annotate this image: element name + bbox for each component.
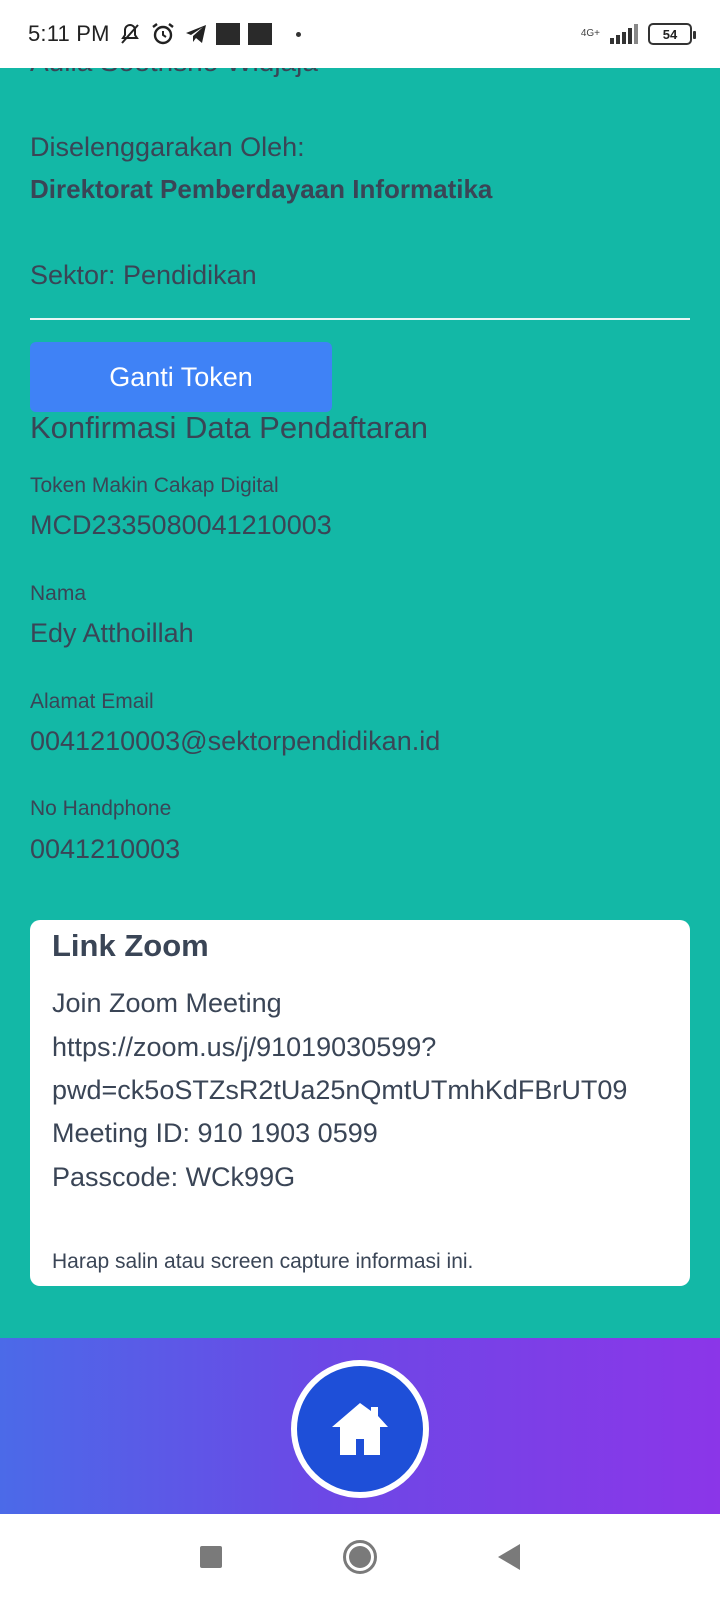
notification-square-icon — [247, 23, 272, 45]
zoom-password-line[interactable]: pwd=ck5oSTZsR2tUa25nQmtUTmhKdFBrUT09 — [52, 1075, 627, 1106]
participant-name-cut: Aulia Soetrisno Widjaja — [30, 68, 318, 78]
organizer-label: Diselenggarakan Oleh: — [30, 132, 305, 162]
registration-content[interactable]: Aulia Soetrisno Widjaja Diselenggarakan … — [0, 68, 720, 1338]
battery-icon: 54 — [648, 23, 696, 45]
home-icon — [332, 1403, 388, 1455]
email-value: 0041210003@sektorpendidikan.id — [30, 726, 441, 756]
home-button[interactable] — [291, 1360, 429, 1498]
zoom-url-line[interactable]: https://zoom.us/j/91019030599? — [52, 1032, 436, 1063]
system-navigation-bar — [0, 1514, 720, 1600]
alarm-icon — [150, 21, 176, 47]
notification-icons — [118, 21, 301, 47]
mute-icon — [118, 22, 142, 46]
divider — [30, 318, 690, 320]
change-token-button[interactable]: Ganti Token — [30, 342, 332, 412]
zoom-passcode[interactable]: Passcode: WCk99G — [52, 1162, 295, 1193]
status-time: 5:11 PM — [28, 21, 110, 46]
organizer-name: Direktorat Pemberdayaan Informatika — [30, 174, 493, 204]
zoom-link-card: Link Zoom Join Zoom Meeting https://zoom… — [30, 920, 690, 1286]
network-type-label: 4G+ — [580, 28, 600, 39]
signal-icon — [610, 24, 638, 44]
system-home-button[interactable] — [342, 1540, 377, 1574]
status-bar: 5:11 PM 4G+ 54 — [0, 0, 720, 68]
sector-text: Sektor: Pendidikan — [30, 260, 257, 290]
battery-level: 54 — [662, 26, 678, 42]
phone-value: 0041210003 — [30, 834, 181, 864]
confirmation-title: Konfirmasi Data Pendaftaran — [30, 410, 429, 445]
name-value: Edy Atthoillah — [30, 618, 194, 648]
zoom-note: Harap salin atau screen capture informas… — [52, 1250, 474, 1273]
zoom-join-text[interactable]: Join Zoom Meeting — [52, 988, 282, 1019]
name-label: Nama — [30, 582, 87, 605]
zoom-meeting-id[interactable]: Meeting ID: 910 1903 0599 — [52, 1118, 378, 1149]
email-label: Alamat Email — [30, 690, 154, 713]
recent-apps-button[interactable] — [200, 1546, 223, 1568]
back-button[interactable] — [497, 1544, 520, 1570]
token-value: MCD2335080041210003 — [30, 510, 332, 540]
token-label: Token Makin Cakap Digital — [30, 474, 279, 497]
bottom-navigation — [0, 1338, 720, 1514]
telegram-icon — [184, 23, 208, 45]
zoom-card-title: Link Zoom — [52, 928, 209, 963]
phone-label: No Handphone — [30, 797, 172, 820]
notification-square-icon — [215, 23, 240, 45]
more-dot-icon — [295, 31, 301, 37]
